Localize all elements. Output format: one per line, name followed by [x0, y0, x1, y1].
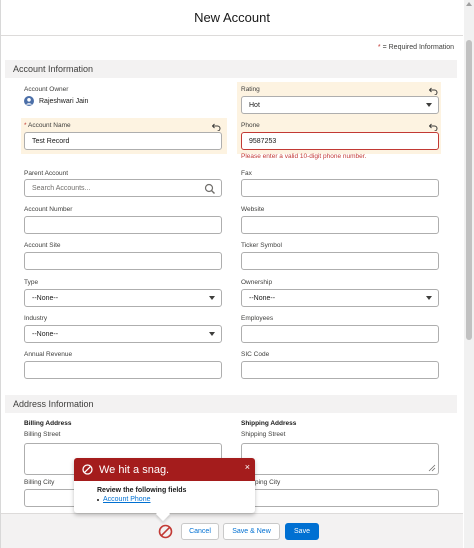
- parent-account-search-input[interactable]: Search Accounts...: [24, 179, 222, 197]
- undo-icon[interactable]: [429, 123, 438, 131]
- account-site-input[interactable]: [24, 252, 222, 270]
- fax-field: Fax: [241, 170, 439, 200]
- error-popover-subtitle: Review the following fields: [97, 487, 187, 494]
- employees-input[interactable]: [241, 325, 439, 343]
- error-popover-title: We hit a snag.: [99, 463, 170, 476]
- shipping-address-group: Shipping Address Shipping Street: [241, 420, 439, 480]
- close-icon[interactable]: ×: [245, 462, 250, 472]
- chevron-down-icon: [209, 332, 215, 336]
- bullet-icon: [97, 498, 99, 501]
- scroll-thumb[interactable]: [466, 40, 472, 340]
- type-select[interactable]: --None--: [24, 289, 222, 307]
- section-account-information[interactable]: Account Information: [5, 60, 457, 78]
- chevron-down-icon: [426, 103, 432, 107]
- modal-footer: Cancel Save & New Save: [1, 513, 463, 548]
- phone-error-message: Please enter a valid 10-digit phone numb…: [241, 153, 367, 160]
- ownership-field: Ownership --None--: [241, 279, 439, 309]
- ticker-symbol-field: Ticker Symbol: [241, 242, 439, 272]
- error-popover-body: Review the following fields Account Phon…: [97, 487, 186, 503]
- account-owner-value: Rajeshwari Jain: [24, 96, 88, 106]
- error-popover: We hit a snag. × Review the following fi…: [74, 458, 255, 522]
- shipping-street-textarea[interactable]: [241, 443, 439, 475]
- scroll-up-arrow-icon[interactable]: [466, 2, 472, 6]
- section-address-information[interactable]: Address Information: [5, 395, 457, 413]
- phone-input[interactable]: 9587253: [241, 132, 439, 150]
- ticker-symbol-input[interactable]: [241, 252, 439, 270]
- rating-field: Rating Hot: [241, 86, 439, 116]
- annual-revenue-field: Annual Revenue: [24, 351, 222, 381]
- error-icon[interactable]: [158, 524, 173, 539]
- website-input[interactable]: [241, 216, 439, 234]
- account-number-field: Account Number: [24, 206, 222, 236]
- error-icon: [82, 464, 93, 475]
- sic-code-input[interactable]: [241, 361, 439, 379]
- rating-select[interactable]: Hot: [241, 96, 439, 114]
- section-title: Account Information: [13, 64, 94, 74]
- chevron-down-icon: [426, 296, 432, 300]
- save-and-new-button[interactable]: Save & New: [223, 523, 280, 540]
- annual-revenue-input[interactable]: [24, 361, 222, 379]
- error-field-link[interactable]: Account Phone: [97, 496, 186, 503]
- account-owner-field: Account Owner Rajeshwari Jain: [24, 86, 89, 106]
- save-button[interactable]: Save: [285, 523, 319, 540]
- industry-select[interactable]: --None--: [24, 325, 222, 343]
- error-popover-header: We hit a snag. ×: [74, 458, 255, 481]
- user-avatar-icon: [24, 96, 34, 106]
- ownership-select[interactable]: --None--: [241, 289, 439, 307]
- sic-code-field: SIC Code: [241, 351, 439, 381]
- modal-header: New Account: [1, 0, 463, 36]
- undo-icon[interactable]: [429, 87, 438, 95]
- shipping-city-input[interactable]: [241, 489, 439, 507]
- chevron-down-icon: [209, 296, 215, 300]
- undo-icon[interactable]: [212, 123, 221, 131]
- modal-title: New Account: [194, 10, 270, 25]
- website-field: Website: [241, 206, 439, 236]
- account-site-field: Account Site: [24, 242, 222, 272]
- section-title: Address Information: [13, 399, 94, 409]
- phone-field: Phone 9587253 Please enter a valid 10-di…: [241, 122, 439, 168]
- account-name-input[interactable]: Test Record: [24, 132, 222, 150]
- shipping-city-field: ping City: [241, 479, 439, 509]
- new-account-modal: New Account * = Required Information Acc…: [0, 0, 474, 548]
- resize-grip-icon[interactable]: [428, 464, 436, 472]
- required-info-note: * = Required Information: [377, 44, 454, 51]
- fax-input[interactable]: [241, 179, 439, 197]
- scrollbar[interactable]: [464, 0, 474, 548]
- employees-field: Employees: [241, 315, 439, 345]
- type-field: Type --None--: [24, 279, 222, 309]
- search-icon: [204, 183, 215, 194]
- account-name-field: * Account Name Test Record: [24, 122, 222, 152]
- industry-field: Industry --None--: [24, 315, 222, 345]
- cancel-button[interactable]: Cancel: [181, 523, 219, 540]
- account-number-input[interactable]: [24, 216, 222, 234]
- parent-account-field: Parent Account Search Accounts...: [24, 170, 222, 200]
